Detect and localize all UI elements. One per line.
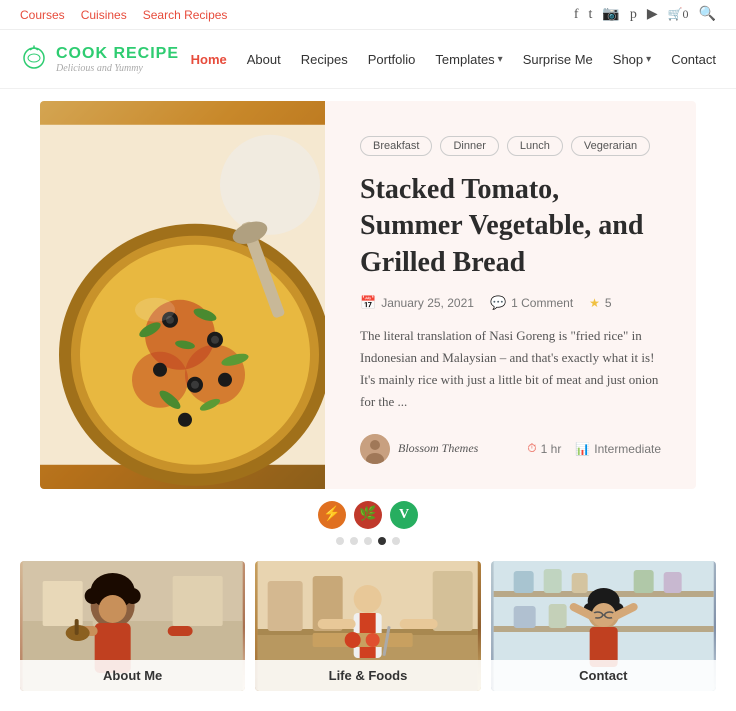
author-difficulty: 📊 Intermediate [575,442,661,456]
hero-rating: ★ 5 [589,296,611,310]
top-bar-icons: f t 📷 p ▶ 🛒0 🔍 [574,6,716,23]
author-difficulty-text: Intermediate [594,442,661,456]
card-contact-label: Contact [491,660,716,691]
nav-surprise[interactable]: Surprise Me [523,52,593,67]
templates-dropdown-arrow: ▾ [498,54,503,65]
nav-templates[interactable]: Templates ▾ [435,52,502,67]
card-about-label: About Me [20,660,245,691]
logo-text-sub: Delicious and Yummy [56,63,179,74]
top-bar-links: Courses Cuisines Search Recipes [20,8,227,22]
main-nav: Home About Recipes Portfolio Templates ▾… [191,52,716,67]
search-icon[interactable]: 🔍 [699,6,716,23]
author-avatar [360,434,390,464]
shop-dropdown-arrow: ▾ [646,54,651,65]
nav-home[interactable]: Home [191,52,227,67]
nav-portfolio[interactable]: Portfolio [368,52,416,67]
top-link-search[interactable]: Search Recipes [143,8,228,22]
top-link-courses[interactable]: Courses [20,8,65,22]
author-time: ⏱ 1 hr [527,441,561,456]
tag-lunch[interactable]: Lunch [507,136,563,156]
calendar-icon: 📅 [360,295,376,311]
top-bar: Courses Cuisines Search Recipes f t 📷 p … [0,0,736,30]
logo-text-main: COOK RECIPE [56,45,179,62]
author-meta: ⏱ 1 hr 📊 Intermediate [527,441,661,456]
hero-comments-text: 1 Comment [511,296,573,310]
author-info: Blossom Themes [360,434,478,464]
hero-title: Stacked Tomato, Summer Vegetable, and Gr… [360,172,661,281]
nav-shop[interactable]: Shop ▾ [613,52,651,67]
diet-badge-plant: 🌿 [354,501,382,529]
bottom-cards: About Me [0,561,736,711]
logo-icon [20,42,48,76]
author-time-text: 1 hr [541,442,562,456]
hero-comments: 💬 1 Comment [490,295,573,311]
diet-badges: ⚡ 🌿 V [0,501,736,529]
hero-rating-text: 5 [605,296,612,310]
nav-shop-link[interactable]: Shop [613,52,643,67]
nav-contact[interactable]: Contact [671,52,716,67]
time-icon: ⏱ [527,441,536,456]
top-link-cuisines[interactable]: Cuisines [81,8,127,22]
recipe-tags: Breakfast Dinner Lunch Vegerarian [360,136,661,156]
hero-excerpt: The literal translation of Nasi Goreng i… [360,325,661,413]
difficulty-icon: 📊 [575,442,590,456]
diet-badge-energy: ⚡ [318,501,346,529]
carousel-dot-1[interactable] [336,537,344,545]
hero-meta: 📅 January 25, 2021 💬 1 Comment ★ 5 [360,295,661,311]
nav-about[interactable]: About [247,52,281,67]
tag-dinner[interactable]: Dinner [440,136,498,156]
cart-icon[interactable]: 🛒0 [668,7,689,22]
card-life-foods[interactable]: Life & Foods [255,561,480,691]
card-contact[interactable]: Contact [491,561,716,691]
hero-section: Breakfast Dinner Lunch Vegerarian Stacke… [40,101,696,489]
comment-icon: 💬 [490,295,506,311]
tag-breakfast[interactable]: Breakfast [360,136,432,156]
card-about-me[interactable]: About Me [20,561,245,691]
logo: COOK RECIPE Delicious and Yummy [20,42,179,76]
facebook-icon[interactable]: f [574,7,579,23]
header: COOK RECIPE Delicious and Yummy Home Abo… [0,30,736,89]
instagram-icon[interactable]: 📷 [602,6,619,23]
card-life-label: Life & Foods [255,660,480,691]
twitter-icon[interactable]: t [589,7,593,23]
carousel-dot-5[interactable] [392,537,400,545]
star-icon: ★ [589,296,600,310]
youtube-icon[interactable]: ▶ [647,6,658,23]
hero-date: 📅 January 25, 2021 [360,295,474,311]
author-name: Blossom Themes [398,441,478,456]
diet-badge-vegan: V [390,501,418,529]
carousel-dot-2[interactable] [350,537,358,545]
carousel-dot-4[interactable] [378,537,386,545]
carousel-dot-3[interactable] [364,537,372,545]
tag-vegetarian[interactable]: Vegerarian [571,136,650,156]
nav-templates-link[interactable]: Templates [435,52,494,67]
pinterest-icon[interactable]: p [630,7,637,23]
hero-author-row: Blossom Themes ⏱ 1 hr 📊 Intermediate [360,434,661,464]
hero-date-text: January 25, 2021 [381,296,474,310]
hero-image [40,101,325,489]
nav-recipes[interactable]: Recipes [301,52,348,67]
carousel-dots [0,537,736,545]
hero-content: Breakfast Dinner Lunch Vegerarian Stacke… [325,101,696,489]
